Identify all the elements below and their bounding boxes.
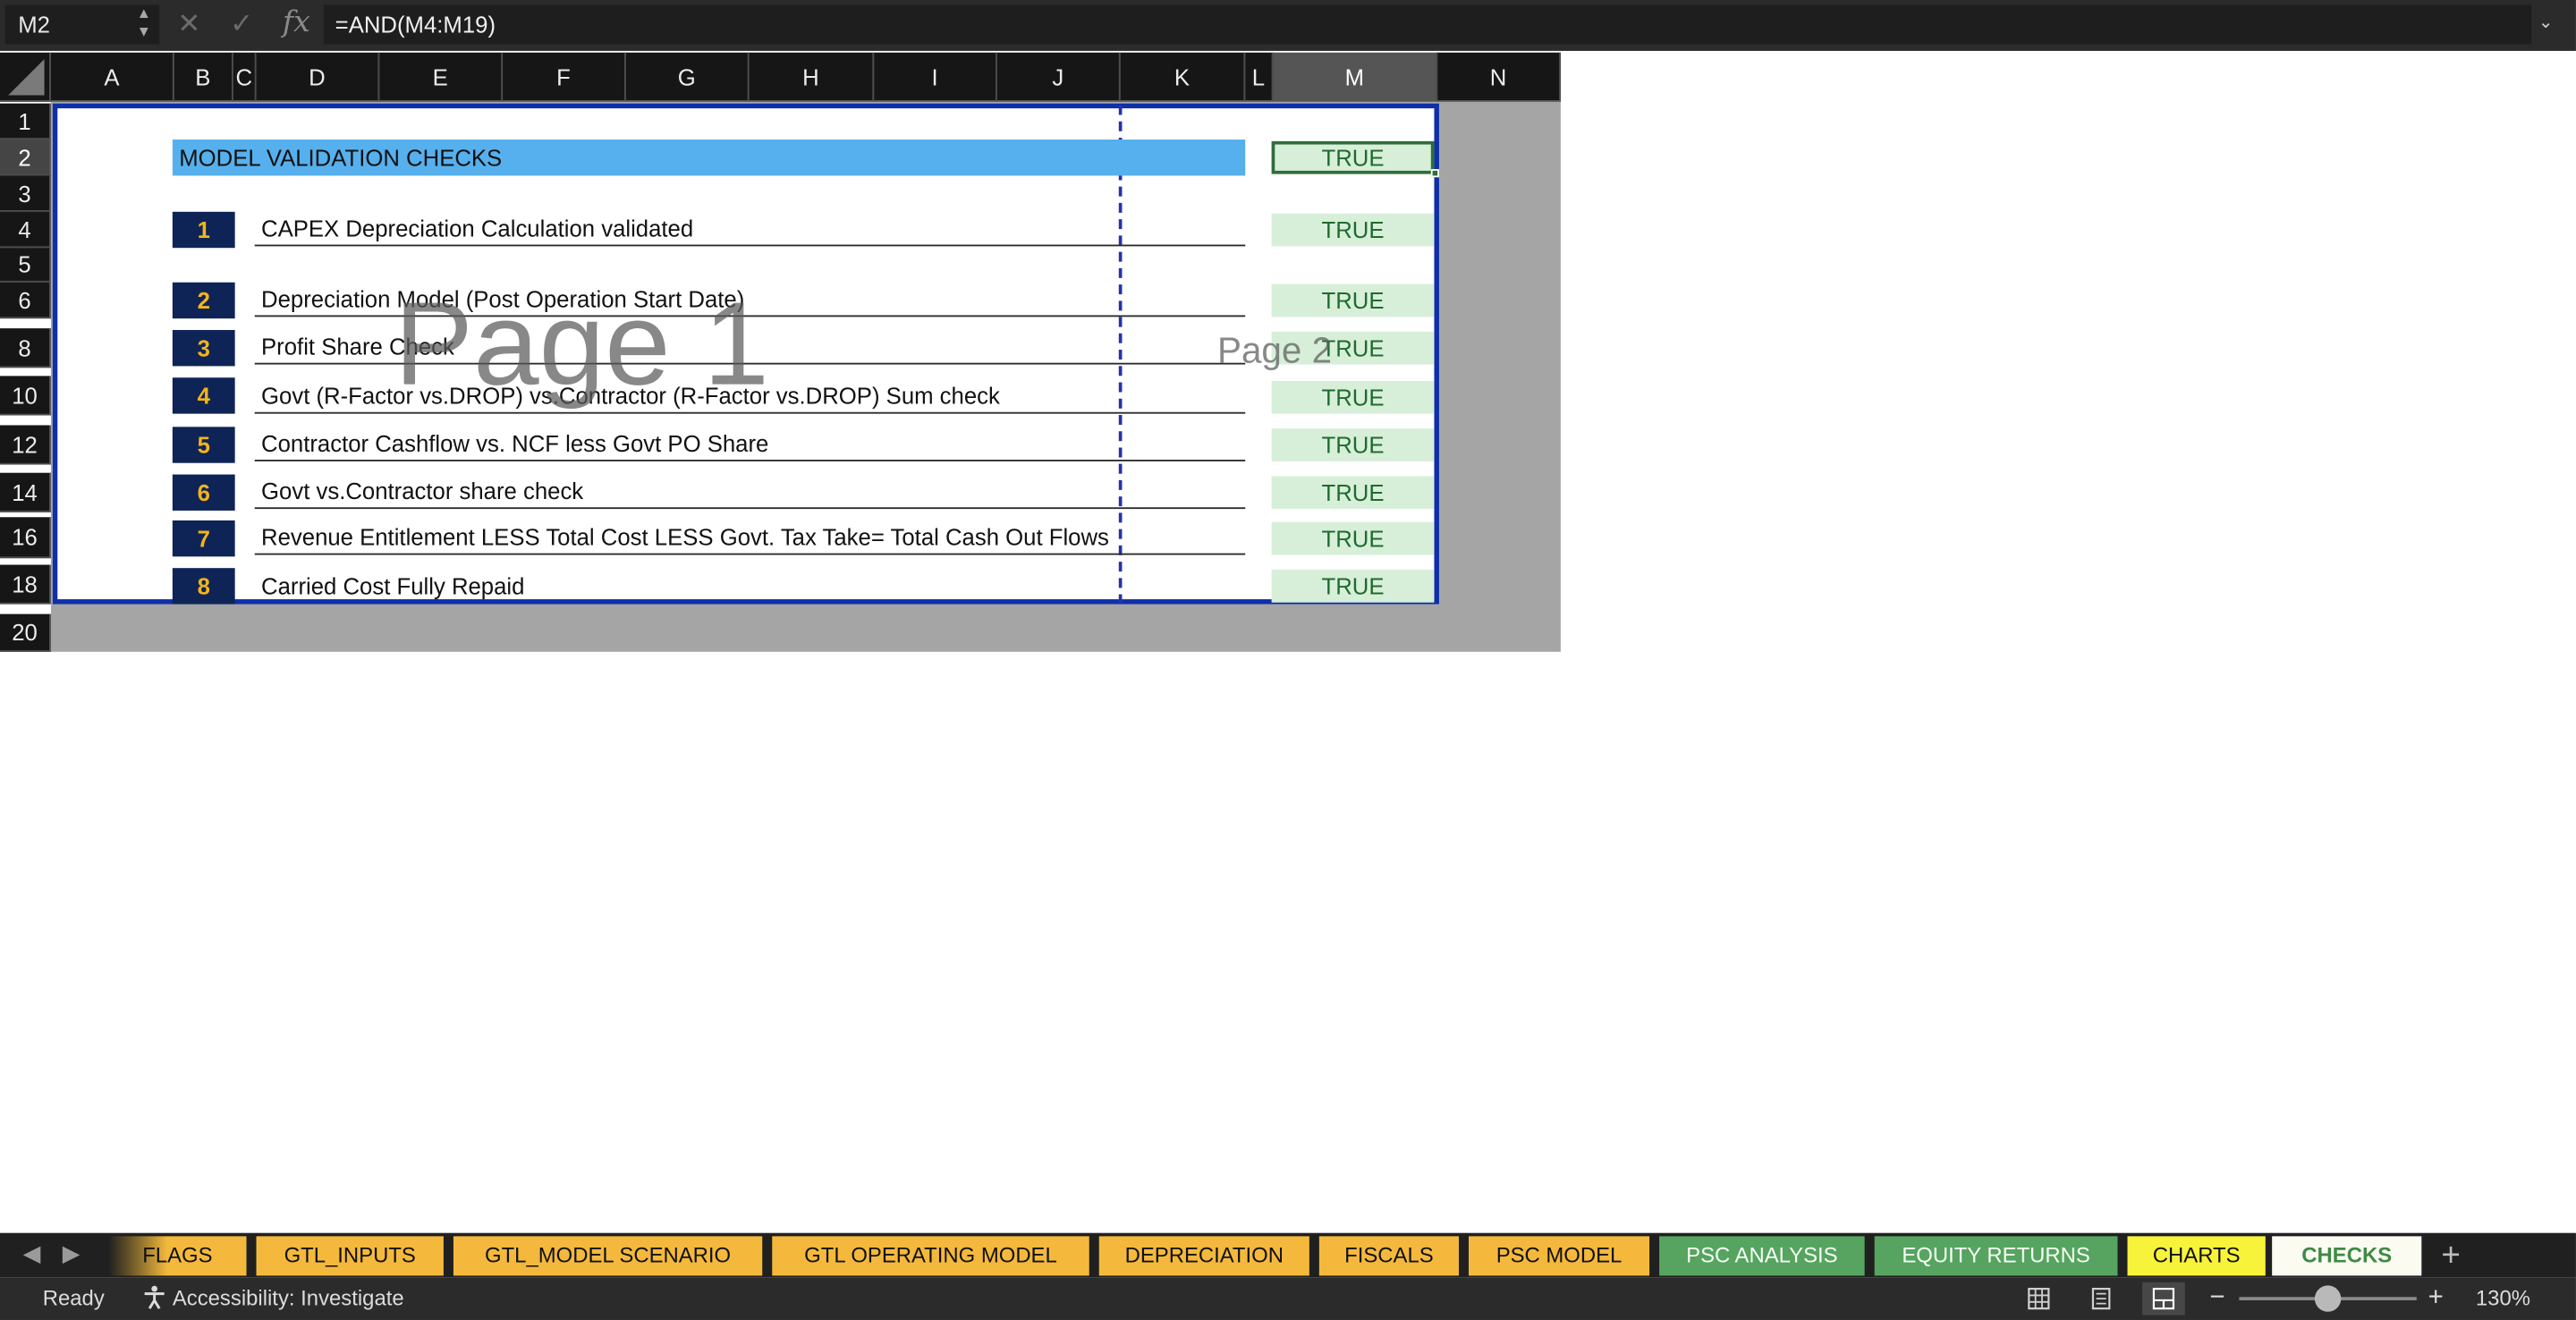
spin-down-icon[interactable]: ▼ xyxy=(137,23,151,41)
spin-up-icon[interactable]: ▲ xyxy=(137,5,151,23)
add-sheet-icon[interactable]: + xyxy=(2441,1236,2460,1275)
column-header-c[interactable]: C xyxy=(233,52,257,102)
check-label[interactable]: CAPEX Depreciation Calculation validated xyxy=(254,210,1246,247)
row-header-3[interactable]: 3 xyxy=(0,175,51,212)
row-header-6[interactable]: 6 xyxy=(0,282,51,319)
expand-formula-icon[interactable]: ⌄ xyxy=(2538,12,2554,33)
tab-charts[interactable]: CHARTS xyxy=(2127,1236,2266,1276)
check-result[interactable]: TRUE xyxy=(1271,476,1435,510)
status-bar: Ready Accessibility: Investigate − + 130… xyxy=(0,1277,2576,1320)
accessibility-label: Accessibility: Investigate xyxy=(172,1285,404,1310)
formula-bar: M2 ▲ ▼ ✕ ✓ fx =AND(M4:M19) ⌄ xyxy=(0,0,2576,51)
check-number[interactable]: 6 xyxy=(172,474,235,511)
column-header-n[interactable]: N xyxy=(1437,52,1561,102)
check-label[interactable]: Govt vs.Contractor share check xyxy=(254,473,1246,510)
tab-psc-model[interactable]: PSC MODEL xyxy=(1469,1236,1650,1276)
select-all-icon xyxy=(8,59,45,96)
column-header-h[interactable]: H xyxy=(749,52,875,102)
formula-input[interactable]: =AND(M4:M19) xyxy=(323,4,2532,45)
tab-checks[interactable]: CHECKS xyxy=(2272,1236,2422,1276)
row-header-2[interactable]: 2 xyxy=(0,140,51,176)
tab-psc-analysis[interactable]: PSC ANALYSIS xyxy=(1659,1236,1865,1276)
column-header-g[interactable]: G xyxy=(625,52,750,102)
zoom-out-button[interactable]: − xyxy=(2209,1277,2224,1320)
row-header-12[interactable]: 12 xyxy=(0,425,51,465)
column-header-b[interactable]: B xyxy=(174,52,233,102)
check-result[interactable]: TRUE xyxy=(1271,570,1435,603)
page-1-watermark: Page 1 xyxy=(394,279,769,410)
column-header-d[interactable]: D xyxy=(256,52,380,102)
name-box[interactable]: M2 ▲ ▼ xyxy=(4,4,160,45)
row-header-20[interactable]: 20 xyxy=(0,613,51,652)
row-header-8[interactable]: 8 xyxy=(0,328,51,368)
page-layout-view-button[interactable] xyxy=(2080,1282,2123,1316)
tab-gtl-model-scenario[interactable]: GTL_MODEL SCENARIO xyxy=(453,1236,763,1276)
tab-flags[interactable]: FLAGS xyxy=(108,1236,247,1276)
tab-equity-returns[interactable]: EQUITY RETURNS xyxy=(1874,1236,2118,1276)
insert-function-icon[interactable]: fx xyxy=(283,5,310,40)
zoom-percentage[interactable]: 130% xyxy=(2476,1277,2530,1320)
check-result[interactable]: TRUE xyxy=(1271,213,1435,247)
column-header-a[interactable]: A xyxy=(50,52,174,102)
summary-true-cell[interactable]: TRUE xyxy=(1271,140,1435,174)
row-header-14[interactable]: 14 xyxy=(0,472,51,512)
check-icon[interactable]: ✓ xyxy=(230,8,253,41)
accessibility-icon xyxy=(144,1285,165,1309)
check-result[interactable]: TRUE xyxy=(1271,283,1435,317)
check-number[interactable]: 5 xyxy=(172,427,235,463)
row-header-1[interactable]: 1 xyxy=(0,103,51,140)
row-header-5[interactable]: 5 xyxy=(0,248,51,283)
tab-fiscals[interactable]: FISCALS xyxy=(1318,1236,1459,1276)
check-number[interactable]: 2 xyxy=(172,282,235,319)
sheet-tab-bar: ◀ ▶ FLAGS GTL_INPUTS GTL_MODEL SCENARIO … xyxy=(0,1232,2576,1278)
zoom-slider-thumb[interactable] xyxy=(2314,1285,2342,1312)
check-label[interactable]: Carried Cost Fully Repaid xyxy=(255,568,1246,604)
zoom-in-button[interactable]: + xyxy=(2428,1277,2444,1320)
check-number[interactable]: 8 xyxy=(172,568,235,605)
page-break-view-button[interactable] xyxy=(2142,1282,2185,1316)
column-header-f[interactable]: F xyxy=(503,52,626,102)
tab-scroll-left-icon[interactable]: ◀ xyxy=(23,1240,41,1267)
name-box-spinner[interactable]: ▲ ▼ xyxy=(137,5,151,41)
normal-view-button[interactable] xyxy=(2017,1282,2060,1316)
column-header-e[interactable]: E xyxy=(379,52,504,102)
check-result[interactable]: TRUE xyxy=(1271,428,1435,461)
grid-view-icon xyxy=(2028,1288,2050,1310)
row-header-18[interactable]: 18 xyxy=(0,564,51,605)
column-header-l[interactable]: L xyxy=(1245,52,1274,102)
name-box-value: M2 xyxy=(18,11,50,38)
row-header-4[interactable]: 4 xyxy=(0,211,51,249)
check-number[interactable]: 4 xyxy=(172,377,235,414)
accessibility-status[interactable]: Accessibility: Investigate xyxy=(141,1277,404,1320)
page-layout-icon xyxy=(2091,1288,2111,1310)
select-all-button[interactable] xyxy=(0,52,51,102)
column-header-m[interactable]: M xyxy=(1273,52,1438,102)
tab-gtl-inputs[interactable]: GTL_INPUTS xyxy=(256,1236,444,1276)
cancel-icon[interactable]: ✕ xyxy=(177,8,200,41)
fill-handle[interactable] xyxy=(1430,169,1439,178)
check-label[interactable]: Contractor Cashflow vs. NCF less Govt PO… xyxy=(254,425,1246,461)
status-ready: Ready xyxy=(42,1285,105,1310)
row-header-16[interactable]: 16 xyxy=(0,517,51,559)
check-number[interactable]: 1 xyxy=(172,211,235,249)
column-header-i[interactable]: I xyxy=(874,52,997,102)
tab-scroll-right-icon[interactable]: ▶ xyxy=(63,1240,80,1267)
tab-gtl-operating-model[interactable]: GTL OPERATING MODEL xyxy=(772,1236,1089,1276)
column-header-k[interactable]: K xyxy=(1120,52,1246,102)
page-2-watermark: Page 2 xyxy=(1216,329,1333,371)
row-header-10[interactable]: 10 xyxy=(0,376,51,416)
page-break-preview-icon xyxy=(2152,1288,2175,1310)
check-label[interactable]: Revenue Entitlement LESS Total Cost LESS… xyxy=(254,519,1246,555)
column-header-j[interactable]: J xyxy=(996,52,1121,102)
check-result[interactable]: TRUE xyxy=(1271,380,1435,414)
check-result[interactable]: TRUE xyxy=(1271,521,1435,555)
tab-depreciation[interactable]: DEPRECIATION xyxy=(1098,1236,1309,1276)
excel-window: M2 ▲ ▼ ✕ ✓ fx =AND(M4:M19) ⌄ A B C D E F… xyxy=(0,0,2576,1320)
checks-title-cell[interactable]: MODEL VALIDATION CHECKS xyxy=(172,140,1246,176)
check-number[interactable]: 7 xyxy=(172,520,235,557)
check-number[interactable]: 3 xyxy=(172,329,235,367)
